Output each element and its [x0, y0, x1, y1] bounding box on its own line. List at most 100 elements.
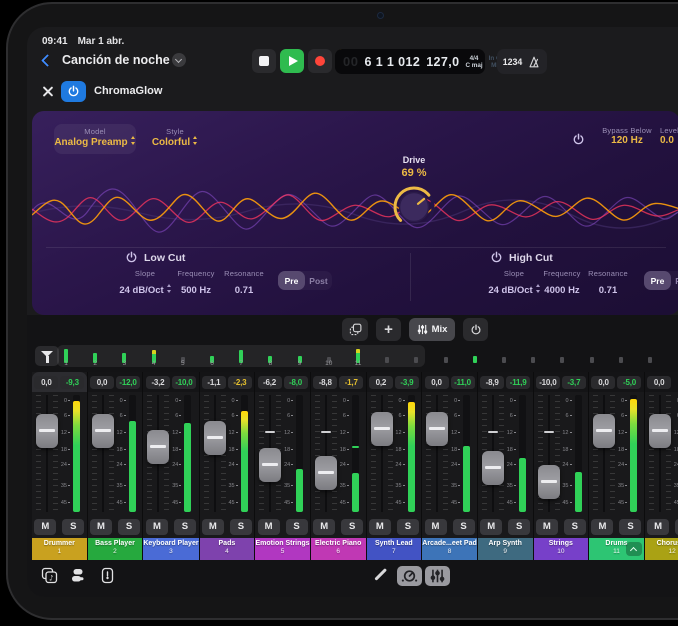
channel-nameplate[interactable]: Electric Piano6 [311, 538, 366, 560]
channel-nameplate[interactable]: Drummer1 [32, 538, 87, 560]
nav-channel-meter[interactable] [590, 357, 594, 363]
channel-nameplate[interactable]: Arcade...eet Pad8 [422, 538, 477, 560]
volume-fader-handle[interactable] [538, 465, 560, 499]
low-cut-power-icon[interactable] [125, 251, 138, 264]
drive-knob[interactable] [390, 183, 438, 231]
lcd-display[interactable]: 00 6 1 1 012 127,0 4/4C maj In OutMIDI [335, 49, 485, 74]
mute-button[interactable]: M [591, 519, 613, 535]
solo-button[interactable]: S [174, 519, 196, 535]
solo-button[interactable]: S [341, 519, 363, 535]
nav-channel-meter[interactable] [648, 357, 652, 363]
solo-button[interactable]: S [619, 519, 641, 535]
mute-button[interactable]: M [647, 519, 669, 535]
nav-channel-meter[interactable] [560, 357, 564, 363]
high-cut-post-button[interactable]: Post [671, 271, 678, 290]
fader-track[interactable] [649, 395, 671, 512]
song-title[interactable]: Canción de noche [62, 53, 170, 67]
bypass-power-icon[interactable] [572, 133, 585, 146]
solo-button[interactable]: S [230, 519, 252, 535]
volume-fader-handle[interactable] [426, 412, 448, 446]
high-cut-resonance[interactable]: Resonance 0.71 [583, 269, 633, 298]
solo-button[interactable]: S [286, 519, 308, 535]
stop-button[interactable] [252, 49, 276, 73]
channel-nameplate[interactable]: Pads4 [200, 538, 255, 560]
mute-button[interactable]: M [536, 519, 558, 535]
volume-fader-handle[interactable] [649, 414, 671, 448]
solo-button[interactable]: S [62, 519, 84, 535]
solo-button[interactable]: S [453, 519, 475, 535]
mute-button[interactable]: M [146, 519, 168, 535]
knob-view-button[interactable] [397, 566, 422, 586]
channel-nameplate[interactable]: Arp Synth9 [478, 538, 533, 560]
volume-fader-handle[interactable] [147, 430, 169, 464]
channel-nameplate[interactable]: Keyboard Player3 [143, 538, 198, 560]
mix-view-button[interactable]: Mix [409, 318, 455, 341]
mute-button[interactable]: M [480, 519, 502, 535]
channel-nameplate[interactable]: Synth Lead7 [367, 538, 422, 560]
solo-button[interactable]: S [118, 519, 140, 535]
track-stack-collapse-button[interactable] [626, 542, 642, 556]
style-select[interactable]: Style Colorful [144, 124, 206, 148]
channel-nameplate[interactable]: Chorus V12 [645, 538, 678, 560]
nav-channel-meter[interactable] [531, 357, 535, 363]
mixer-power-button[interactable] [463, 318, 488, 341]
mute-button[interactable]: M [202, 519, 224, 535]
nav-channel-meter[interactable] [444, 357, 448, 363]
volume-fader-handle[interactable] [259, 448, 281, 482]
volume-fader-handle[interactable] [315, 456, 337, 490]
channel-nameplate[interactable]: Drums11 [589, 538, 644, 560]
metronome-icon[interactable] [527, 55, 541, 69]
record-button[interactable] [308, 49, 332, 73]
plugin-power-button[interactable] [61, 81, 86, 102]
high-cut-frequency[interactable]: Frequency 4000 Hz [536, 269, 588, 298]
solo-button[interactable]: S [508, 519, 530, 535]
bypass-below-control[interactable]: Bypass Below 120 Hz [592, 126, 662, 146]
nav-channel-meter[interactable] [619, 357, 623, 363]
volume-fader-handle[interactable] [92, 414, 114, 448]
low-cut-post-button[interactable]: Post [305, 271, 332, 290]
add-track-button[interactable]: + [376, 318, 401, 341]
nav-channel-meter[interactable] [414, 357, 418, 363]
loop-browser-button[interactable]: ♪ [41, 567, 58, 584]
low-cut-frequency[interactable]: Frequency 500 Hz [170, 269, 222, 298]
channel-nameplate[interactable]: Emotion Strings5 [255, 538, 310, 560]
mute-button[interactable]: M [258, 519, 280, 535]
volume-fader-handle[interactable] [482, 451, 504, 485]
mute-button[interactable]: M [425, 519, 447, 535]
duplicate-button[interactable] [342, 318, 368, 341]
nav-channel-meter[interactable] [502, 357, 506, 363]
low-cut-slope[interactable]: Slope 24 dB/Oct [115, 269, 175, 298]
low-cut-pre-button[interactable]: Pre [278, 271, 305, 290]
solo-button[interactable]: S [564, 519, 586, 535]
mute-button[interactable]: M [90, 519, 112, 535]
nav-channel-meter[interactable] [473, 356, 477, 363]
low-cut-resonance[interactable]: Resonance 0.71 [219, 269, 269, 298]
fader-track[interactable] [315, 395, 337, 512]
level-control[interactable]: Level 0.0 [660, 126, 678, 146]
fader-track[interactable] [92, 395, 114, 512]
mute-button[interactable]: M [34, 519, 56, 535]
song-menu-button[interactable] [172, 53, 186, 67]
high-cut-power-icon[interactable] [490, 251, 503, 264]
volume-fader-handle[interactable] [36, 414, 58, 448]
volume-fader-handle[interactable] [371, 412, 393, 446]
model-select[interactable]: Model Analog Preamp [54, 124, 136, 154]
close-plugin-icon[interactable] [41, 85, 54, 98]
mute-button[interactable]: M [313, 519, 335, 535]
count-in-metronome-group[interactable]: 1234 [497, 49, 547, 74]
mixer-overview-strip[interactable]: 1234567891011 [32, 345, 678, 371]
fader-view-button[interactable] [425, 566, 450, 586]
play-button[interactable] [280, 49, 304, 73]
filter-tracks-button[interactable] [35, 346, 59, 366]
back-chevron-icon[interactable] [41, 54, 54, 67]
high-cut-pre-button[interactable]: Pre [644, 271, 671, 290]
fader-track[interactable] [36, 395, 58, 512]
mute-button[interactable]: M [369, 519, 391, 535]
channel-nameplate[interactable]: Bass Player2 [88, 538, 143, 560]
channel-nameplate[interactable]: Strings10 [534, 538, 589, 560]
count-in-button[interactable]: 1234 [503, 57, 523, 67]
volume-fader-handle[interactable] [593, 414, 615, 448]
browser-button[interactable] [69, 567, 86, 584]
nav-channel-meter[interactable] [385, 357, 389, 363]
plugins-button[interactable] [99, 567, 116, 584]
